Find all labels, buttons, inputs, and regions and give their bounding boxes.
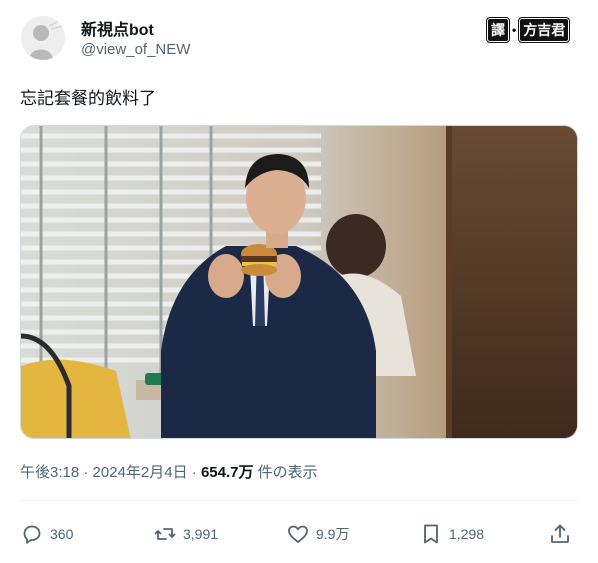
divider [20, 500, 578, 501]
retweet-count: 3,991 [183, 526, 219, 542]
tweet-photo[interactable] [20, 125, 578, 439]
views-label: 件の表示 [253, 464, 318, 481]
watermark-part1: 譯 [487, 18, 509, 42]
meta-separator: · [187, 464, 201, 481]
share-icon [551, 524, 569, 543]
like-button[interactable]: 9.9万 [286, 516, 349, 552]
bookmark-button[interactable]: 1,298 [419, 516, 484, 552]
views-count: 654.7万 [200, 464, 254, 481]
like-count: 9.9万 [316, 526, 350, 542]
reply-icon [23, 525, 41, 544]
retweet-button[interactable]: 3,991 [153, 516, 218, 552]
bookmark-icon [424, 524, 438, 544]
like-icon [288, 525, 308, 543]
share-button[interactable] [548, 516, 572, 552]
meta-separator: · [79, 464, 93, 481]
watermark-separator: • [512, 23, 517, 37]
tweet-text: 忘記套餐的飲料了 [20, 89, 156, 108]
reply-button[interactable]: 360 [20, 516, 73, 552]
user-handle[interactable]: @view_of_NEW [81, 41, 190, 58]
tweet-meta: 午後3:18 · 2024年2月4日 · 654.7万 件の表示 [20, 461, 318, 482]
retweet-icon [154, 528, 176, 540]
photo-man-eating-burger [21, 126, 577, 438]
avatar[interactable] [21, 16, 65, 60]
tweet-time[interactable]: 午後3:18 [20, 464, 79, 481]
bookmark-count: 1,298 [449, 526, 485, 542]
tweet-date[interactable]: 2024年2月4日 [93, 464, 188, 481]
default-avatar-icon [21, 16, 65, 60]
translator-watermark: 譯 • 方吉君 [487, 18, 570, 42]
watermark-part2: 方吉君 [519, 18, 570, 42]
reply-count: 360 [50, 526, 74, 542]
action-bar: 360 3,991 9.9万 1,298 [20, 516, 578, 552]
display-name[interactable]: 新視点bot [81, 16, 154, 40]
